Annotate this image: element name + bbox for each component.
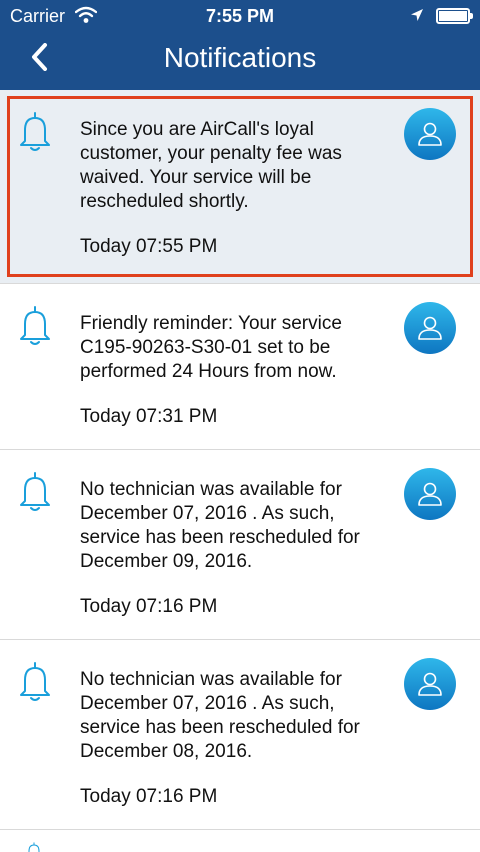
message-line: December 09, 2016. (80, 551, 253, 572)
message-line: Since you are AirCall's loyal (80, 119, 314, 140)
notification-message: Friendly reminder: Your service C195-9026… (80, 312, 400, 384)
user-avatar-icon (418, 122, 442, 146)
message-line: service has been rescheduled for (80, 527, 360, 548)
notification-item[interactable]: Friendly reminder: Your service C195-9026… (0, 284, 480, 450)
message-line: December 07, 2016 . As such, (80, 693, 335, 714)
message-line: waived. Your service will be (80, 167, 312, 188)
notification-message: No technician was available for December … (80, 668, 400, 764)
battery-icon (436, 8, 473, 24)
avatar[interactable] (404, 108, 456, 160)
bell-icon (24, 842, 44, 852)
navigation-bar: Carrier 7:55 PM Notifications (0, 0, 480, 90)
avatar[interactable] (404, 468, 456, 520)
location-arrow-icon (411, 9, 423, 21)
notification-timestamp: Today 07:55 PM (80, 236, 218, 257)
notification-list: Since you are AirCall's loyal customer, y… (0, 90, 480, 830)
message-line: December 08, 2016. (80, 741, 253, 762)
bell-icon (20, 112, 50, 151)
bell-icon (20, 662, 50, 701)
avatar[interactable] (404, 658, 456, 710)
notification-item[interactable]: No technician was available for December … (0, 640, 480, 830)
notification-timestamp: Today 07:31 PM (80, 406, 218, 427)
clock: 7:55 PM (205, 6, 275, 26)
message-line: C195-90263-S30-01 set to be (80, 337, 331, 358)
message-line: December 07, 2016 . As such, (80, 503, 335, 524)
notification-timestamp: Today 07:16 PM (80, 786, 218, 807)
bell-icon (20, 306, 50, 345)
message-line: rescheduled shortly. (80, 191, 249, 212)
notification-message: No technician was available for December … (80, 478, 400, 574)
notification-timestamp: Today 07:16 PM (80, 596, 218, 617)
bell-icon (20, 472, 50, 511)
status-bar: Carrier 7:55 PM (0, 0, 480, 34)
notification-item[interactable]: No technician was available for December … (0, 450, 480, 640)
avatar[interactable] (404, 302, 456, 354)
user-avatar-icon (418, 672, 442, 696)
message-line: No technician was available for (80, 669, 342, 690)
message-line: performed 24 Hours from now. (80, 361, 337, 382)
user-avatar-icon (418, 316, 442, 340)
page-title: Notifications (163, 42, 317, 73)
user-avatar-icon (418, 482, 442, 506)
message-line: Friendly reminder: Your service (80, 313, 342, 334)
message-line: No technician was available for (80, 479, 342, 500)
notification-message: Since you are AirCall's loyal customer, y… (80, 118, 400, 214)
battery-level (439, 11, 467, 21)
message-line: service has been rescheduled for (80, 717, 360, 738)
notification-item[interactable]: Since you are AirCall's loyal customer, y… (0, 90, 480, 284)
message-line: customer, your penalty fee was (80, 143, 342, 164)
